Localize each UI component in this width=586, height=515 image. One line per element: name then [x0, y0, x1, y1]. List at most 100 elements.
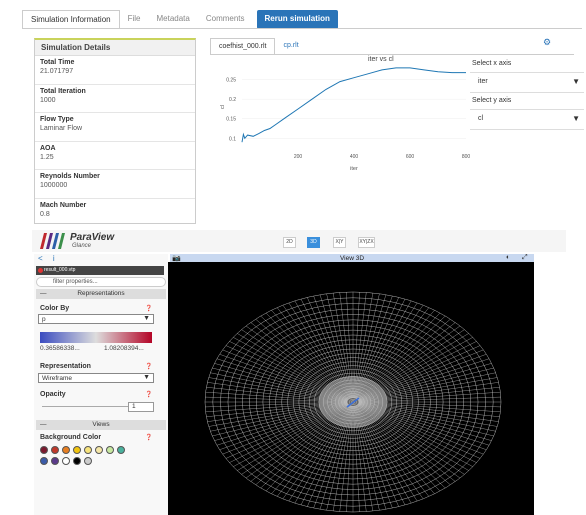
view-2d-button[interactable]: 2D [283, 237, 296, 248]
opacity-label: Opacity [40, 391, 66, 398]
opacity-slider[interactable] [42, 406, 128, 407]
sidebar-icons: < i [38, 254, 55, 263]
background-swatch[interactable] [62, 446, 70, 454]
series-line [241, 67, 466, 143]
rerun-simulation-button[interactable]: Rerun simulation [256, 10, 338, 29]
y-tick-label: 0.15 [226, 117, 236, 123]
help-icon[interactable]: ❓ [145, 363, 152, 370]
detail-label: AOA [40, 144, 56, 152]
wireframe-mesh [204, 291, 502, 513]
tab-metadata[interactable]: Metadata [148, 10, 197, 29]
app-root: Simulation Information File Metadata Com… [0, 0, 586, 515]
color-by-label: Color By [40, 305, 70, 312]
caret-down-icon: ▼ [572, 114, 580, 123]
representation-label: Representation [40, 363, 91, 370]
range-max[interactable]: 1.08208394... [104, 345, 144, 352]
background-swatch[interactable] [62, 457, 70, 465]
paraview-logo-icon [40, 233, 65, 249]
x-tick-label: 200 [294, 154, 303, 160]
colormap-bar-lower [40, 338, 152, 343]
render-view[interactable] [168, 262, 534, 515]
visibility-dot-icon[interactable] [38, 268, 43, 273]
background-color-label: Background Color [40, 434, 102, 441]
help-icon[interactable]: ❓ [145, 434, 152, 441]
background-swatch[interactable] [106, 446, 114, 454]
detail-value: Laminar Flow [40, 125, 83, 132]
detail-row-total-iteration: Total Iteration 1000 [35, 85, 195, 113]
iter-vs-cl-chart: 0.1 0.15 0.2 0.25 200 400 600 800 iter cl [220, 67, 470, 172]
view-split-button[interactable]: X|Y [333, 237, 346, 248]
detail-row-mach-number: Mach Number 0.8 [35, 199, 195, 228]
x-tick-label: 800 [462, 154, 470, 160]
y-tick-label: 0.25 [226, 78, 236, 84]
paraview-name: ParaView [70, 232, 115, 243]
y-axis-title: cl [220, 105, 226, 109]
color-by-select[interactable]: p ▼ [38, 314, 154, 324]
caret-down-icon: ▼ [572, 77, 580, 86]
representation-value: Wireframe [42, 375, 72, 382]
representations-section[interactable]: — Representations [36, 289, 166, 299]
y-axis-select[interactable]: cl ▼ [470, 110, 584, 130]
views-section[interactable]: — Views [36, 420, 166, 430]
reset-camera-icon[interactable]: ◐ [506, 254, 510, 261]
background-swatch[interactable] [40, 446, 48, 454]
detail-row-flow-type: Flow Type Laminar Flow [35, 113, 195, 142]
background-swatch[interactable] [40, 457, 48, 465]
x-axis-value: iter [478, 78, 488, 85]
tab-file[interactable]: File [120, 10, 149, 29]
tabs-divider [22, 28, 582, 29]
info-icon[interactable]: i [53, 254, 55, 263]
axis-selection-panel: Select x axis iter ▼ Select y axis cl ▼ [470, 56, 584, 130]
y-axis-label: Select y axis [470, 93, 584, 110]
background-swatch[interactable] [84, 457, 92, 465]
collapse-icon: — [40, 421, 47, 428]
y-tick-label: 0.1 [229, 136, 236, 142]
help-icon[interactable]: ❓ [145, 391, 152, 398]
collapse-icon: — [40, 290, 47, 297]
filter-properties-input[interactable]: filter properties... [36, 277, 166, 287]
tab-comments[interactable]: Comments [198, 10, 253, 29]
opacity-input[interactable]: 1 [128, 402, 154, 412]
camera-icon[interactable]: 📷 [172, 254, 181, 262]
file-row[interactable]: result_000.vtp [36, 266, 164, 275]
range-min[interactable]: 0.36586338... [40, 345, 80, 352]
x-axis-label: Select x axis [470, 56, 584, 73]
x-axis-select[interactable]: iter ▼ [470, 73, 584, 93]
detail-row-aoa: AOA 1.25 [35, 142, 195, 170]
view-quad-button[interactable]: XY|ZX [358, 237, 375, 248]
gear-icon[interactable]: ⚙ [543, 37, 551, 48]
detail-value: 1000000 [40, 182, 68, 189]
view-3d-button[interactable]: 3D [307, 237, 320, 248]
help-icon[interactable]: ❓ [145, 305, 152, 312]
share-icon[interactable]: < [38, 254, 43, 263]
color-by-value: p [42, 316, 46, 323]
detail-value: 1.25 [40, 153, 54, 161]
background-swatch[interactable] [95, 446, 103, 454]
x-tick-label: 600 [406, 154, 415, 160]
background-swatch[interactable] [117, 446, 125, 454]
detail-row-total-time: Total Time 21.071797 [35, 56, 195, 85]
detail-label: Flow Type [40, 116, 74, 123]
detail-label: Total Time [40, 59, 75, 66]
tab-simulation-information[interactable]: Simulation Information [22, 10, 120, 29]
maximize-icon[interactable]: ⤢ [522, 254, 528, 262]
file-name: result_000.vtp [44, 267, 76, 273]
representation-select[interactable]: Wireframe ▼ [38, 373, 154, 383]
detail-label: Mach Number [40, 201, 87, 209]
y-tick-label: 0.2 [229, 97, 236, 103]
view-3d-title: View 3D [339, 255, 365, 262]
background-swatch[interactable] [84, 446, 92, 454]
simulation-details-panel: Simulation Details Total Time 21.071797 … [34, 38, 196, 224]
background-swatch[interactable] [51, 446, 59, 454]
detail-label: Total Iteration [40, 87, 86, 95]
plot-tabs: coefhist_000.rlt cp.rlt [210, 38, 307, 55]
detail-value: 1000 [40, 96, 56, 104]
paraview-subtitle: Glance [72, 243, 92, 249]
background-swatch[interactable] [51, 457, 59, 465]
tab-coefhist[interactable]: coefhist_000.rlt [210, 38, 276, 55]
x-tick-label: 400 [350, 154, 359, 160]
tab-cp[interactable]: cp.rlt [275, 38, 306, 55]
x-axis-title: iter [350, 166, 358, 172]
background-swatch[interactable] [73, 446, 81, 454]
background-swatch[interactable] [73, 457, 81, 465]
